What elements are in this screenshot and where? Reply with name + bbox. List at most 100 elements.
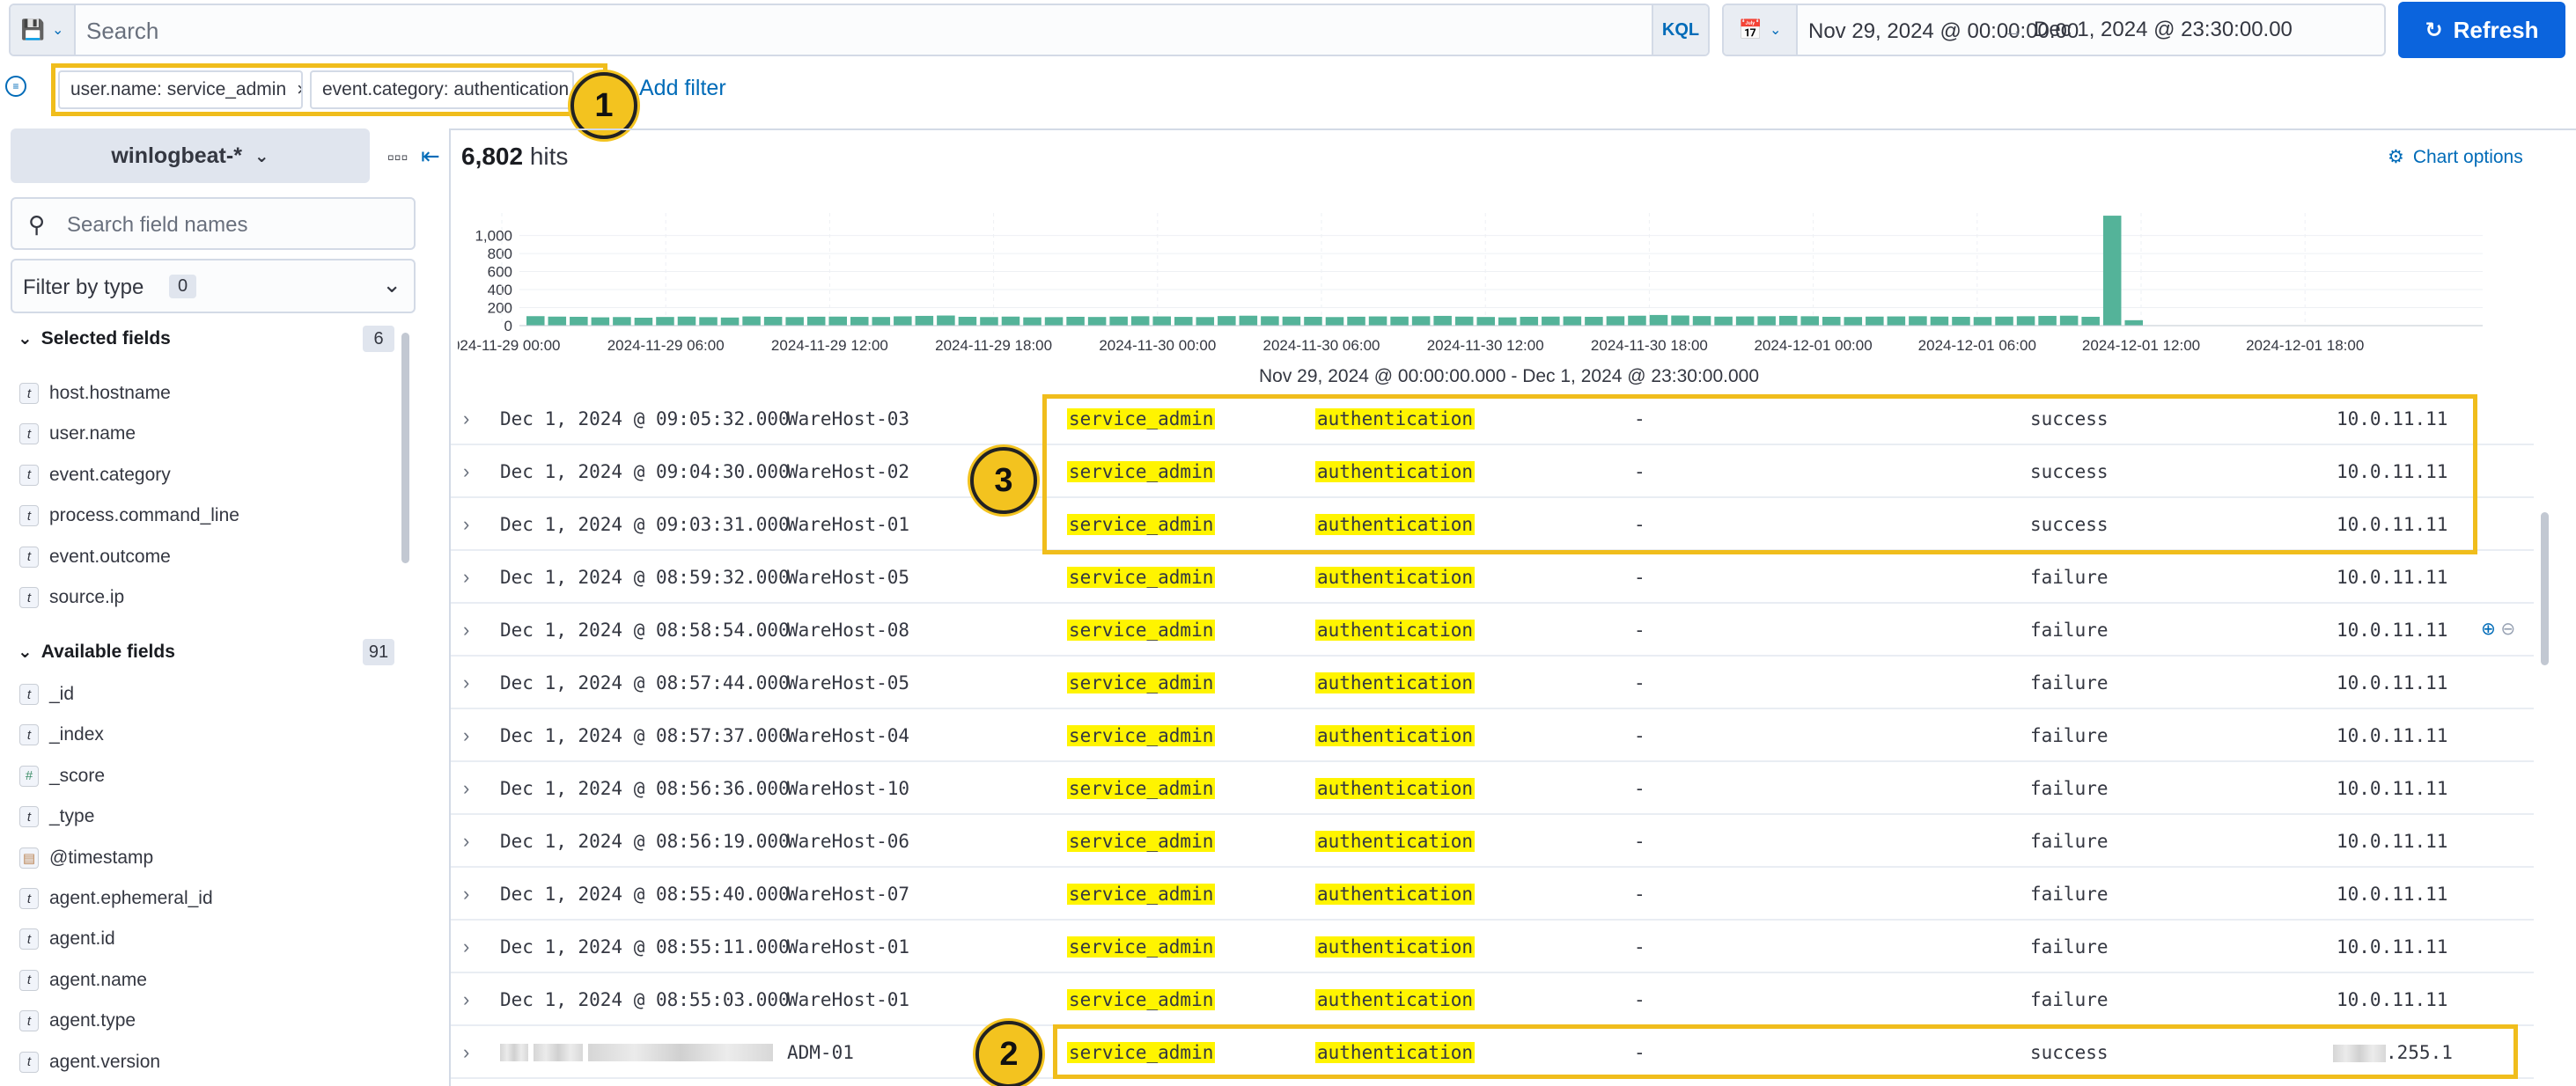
table-row[interactable]: › Dec 1, 2024 @ 08:56:36.000 WareHost-10 se…: [451, 762, 2534, 815]
field-item[interactable]: t _id: [19, 681, 74, 708]
field-item[interactable]: t process.command_line: [19, 503, 239, 529]
cell-hostname: WareHost-07: [787, 884, 910, 905]
save-icon: 💾: [20, 18, 45, 40]
cell-event-outcome: failure: [2030, 778, 2109, 799]
expand-row-icon[interactable]: ›: [463, 407, 469, 430]
table-row[interactable]: › Dec 1, 2024 @ 08:55:03.000 WareHost-01 se…: [451, 973, 2534, 1026]
histogram-bar: [872, 317, 891, 326]
more-options-icon[interactable]: ▫▫▫: [387, 146, 408, 169]
field-item[interactable]: t agent.type: [19, 1008, 136, 1034]
sidebar-scrollbar[interactable]: [401, 333, 409, 563]
table-row[interactable]: › Dec 1, 2024 @ 08:59:32.000 WareHost-05 se…: [451, 551, 2534, 604]
index-pattern-label: winlogbeat-*: [111, 143, 242, 168]
histogram-bar: [1778, 315, 1798, 326]
expand-row-icon[interactable]: ›: [463, 883, 469, 906]
cell-source-ip: 10.0.11.11: [2337, 831, 2448, 852]
search-input[interactable]: Search: [86, 18, 158, 45]
expand-row-icon[interactable]: ›: [463, 724, 469, 747]
chart-options-button[interactable]: ⚙ Chart options: [2388, 146, 2523, 168]
field-item[interactable]: t agent.name: [19, 967, 147, 994]
table-scrollbar[interactable]: [2541, 512, 2549, 665]
field-item[interactable]: # _score: [19, 763, 105, 789]
expand-row-icon[interactable]: ›: [463, 460, 469, 483]
histogram-bar: [1109, 316, 1128, 326]
field-item[interactable]: t event.category: [19, 462, 171, 488]
y-tick-label: 0: [504, 318, 512, 334]
field-item[interactable]: t agent.ephemeral_id: [19, 885, 213, 912]
annotation-badge-2: 2: [975, 1021, 1042, 1086]
field-item[interactable]: t _index: [19, 722, 104, 748]
field-name: agent.type: [49, 1010, 136, 1031]
table-row[interactable]: › Dec 1, 2024 @ 08:56:19.000 WareHost-06 se…: [451, 815, 2534, 868]
histogram-bar: [1757, 316, 1776, 326]
zoom-out-icon[interactable]: ⊖: [2500, 620, 2515, 639]
chevron-down-icon: ⌄: [18, 642, 33, 662]
expand-row-icon[interactable]: ›: [463, 619, 469, 642]
field-search-box[interactable]: ⚲ Search field names: [11, 197, 416, 250]
add-filter-link[interactable]: Add filter: [639, 76, 726, 101]
table-row[interactable]: › Dec 1, 2024 @ 08:57:37.000 WareHost-04 se…: [451, 709, 2534, 762]
histogram-bar: [2102, 216, 2122, 326]
query-language-button[interactable]: KQL: [1652, 5, 1708, 55]
refresh-button[interactable]: ↻ Refresh: [2398, 2, 2565, 58]
saved-query-button[interactable]: 💾 ⌄: [11, 5, 76, 55]
field-item[interactable]: t event.outcome: [19, 544, 171, 570]
field-item[interactable]: t _type: [19, 803, 94, 830]
expand-row-icon[interactable]: ›: [463, 936, 469, 958]
histogram-bar: [1606, 316, 1625, 326]
histogram-bar: [1347, 316, 1365, 326]
field-item[interactable]: t source.ip: [19, 584, 124, 611]
histogram-bar: [1433, 315, 1452, 326]
field-name: event.category: [49, 464, 171, 485]
filter-by-type-button[interactable]: Filter by type 0 ⌄: [11, 259, 416, 313]
table-row[interactable]: › Dec 1, 2024 @ 08:55:11.000 WareHost-01 se…: [451, 921, 2534, 973]
table-row[interactable]: › Dec 1, 2024 @ 08:57:44.000 WareHost-05 se…: [451, 657, 2534, 709]
expand-row-icon[interactable]: ›: [463, 988, 469, 1011]
table-row[interactable]: › Dec 1, 2024 @ 08:55:40.000 WareHost-07 se…: [451, 868, 2534, 921]
selected-fields-header[interactable]: ⌄ Selected fields: [18, 327, 171, 349]
string-type-icon: t: [19, 724, 39, 746]
histogram-bar: [1952, 316, 1970, 326]
table-row[interactable]: › Dec 1, 2024 @ 08:58:54.000 WareHost-08 se…: [451, 604, 2534, 657]
chevron-down-icon: ⌄: [18, 329, 33, 349]
cell-event-outcome: failure: [2030, 884, 2109, 905]
expand-row-icon[interactable]: ›: [463, 777, 469, 800]
string-type-icon: t: [19, 684, 39, 705]
x-tick-label: 2024-11-30 06:00: [1263, 337, 1380, 354]
field-name: @timestamp: [49, 847, 154, 868]
expand-row-icon[interactable]: ›: [463, 513, 469, 536]
histogram-bar: [1649, 314, 1668, 326]
cell-event-category: authentication: [1315, 567, 1476, 588]
x-tick-label: 2024-12-01 12:00: [2082, 337, 2200, 354]
field-item[interactable]: t agent.version: [19, 1049, 160, 1075]
histogram-bar: [1822, 316, 1841, 326]
collapse-sidebar-icon[interactable]: ⇤: [421, 143, 440, 170]
expand-row-icon[interactable]: ›: [463, 671, 469, 694]
cell-command-line: -: [1634, 778, 1645, 799]
histogram-bar: [1282, 316, 1301, 326]
zoom-in-icon[interactable]: ⊕: [2481, 620, 2496, 639]
expand-row-icon[interactable]: ›: [463, 1041, 469, 1064]
expand-row-icon[interactable]: ›: [463, 566, 469, 589]
string-type-icon: t: [19, 1051, 39, 1073]
field-search-input[interactable]: Search field names: [67, 213, 247, 238]
filter-menu-icon[interactable]: ≡: [5, 76, 26, 97]
field-item[interactable]: t agent.id: [19, 926, 115, 952]
refresh-icon: ↻: [2425, 18, 2443, 42]
quick-select-button[interactable]: 📅 ⌄: [1724, 5, 1798, 55]
end-date[interactable]: Dec 1, 2024 @ 23:30:00.00: [2034, 18, 2293, 42]
histogram-bar: [1692, 316, 1711, 326]
histogram-bar: [828, 316, 847, 326]
histogram-bar: [958, 316, 977, 326]
field-item[interactable]: ▤ @timestamp: [19, 845, 153, 871]
histogram-bar: [677, 316, 696, 326]
cell-source-ip: 10.0.11.11: [2337, 884, 2448, 905]
available-fields-header[interactable]: ⌄ Available fields: [18, 641, 175, 663]
selected-fields-title: Selected fields: [40, 328, 171, 349]
cell-hostname: WareHost-02: [787, 461, 910, 482]
expand-row-icon[interactable]: ›: [463, 830, 469, 853]
cell-command-line: -: [1634, 725, 1645, 746]
index-pattern-selector[interactable]: winlogbeat-* ⌄: [11, 128, 370, 183]
field-item[interactable]: t user.name: [19, 421, 136, 447]
field-item[interactable]: t host.hostname: [19, 380, 171, 407]
